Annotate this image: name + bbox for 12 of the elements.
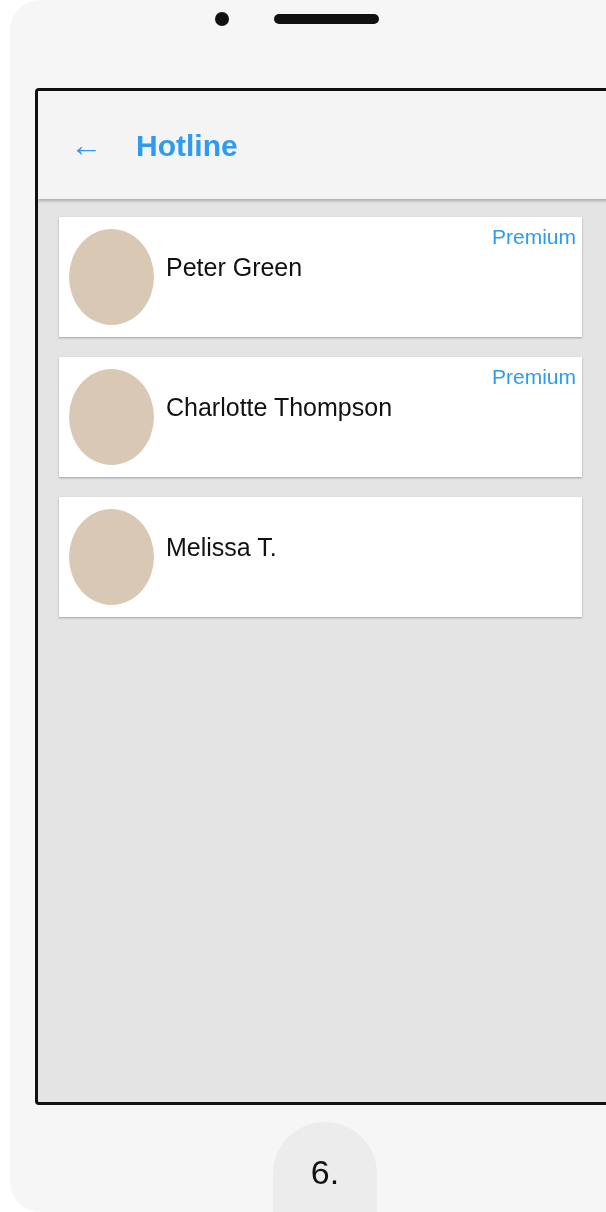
premium-label: Premium xyxy=(492,364,576,390)
home-button[interactable]: 6. xyxy=(273,1122,377,1212)
speaker-icon xyxy=(274,14,379,24)
contact-card[interactable]: Peter Green Premium xyxy=(59,217,582,337)
contact-name: Melissa T. xyxy=(166,532,277,563)
premium-label: Premium xyxy=(492,224,576,250)
contact-card[interactable]: Melissa T. xyxy=(59,497,582,617)
contact-name: Peter Green xyxy=(166,252,303,283)
contact-card[interactable]: Charlotte Thompson Premium xyxy=(59,357,582,477)
header-title: Hotline xyxy=(136,127,238,164)
camera-icon xyxy=(215,12,229,26)
contact-name: Charlotte Thompson xyxy=(166,392,393,423)
